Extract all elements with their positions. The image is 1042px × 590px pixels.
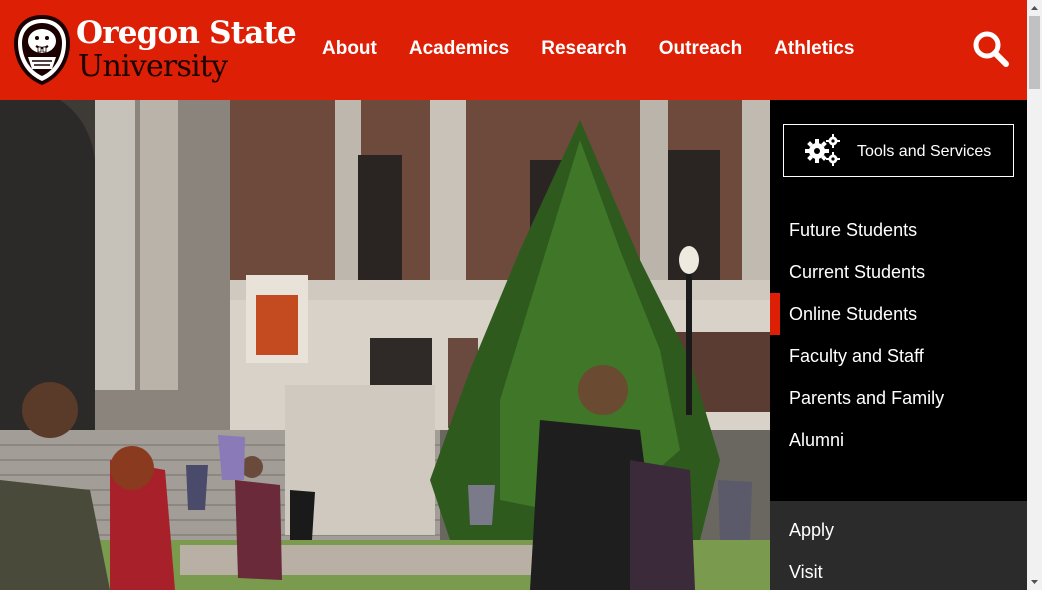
nav-item-research[interactable]: Research: [525, 36, 643, 62]
audience-item-faculty-and-staff[interactable]: Faculty and Staff: [770, 335, 1027, 377]
osu-logo[interactable]: Oregon State University: [10, 10, 297, 92]
audience-item-current-students[interactable]: Current Students: [770, 251, 1027, 293]
tools-and-services-label: Tools and Services: [857, 143, 992, 160]
campus-scene: [0, 100, 770, 590]
search-button[interactable]: [970, 28, 1012, 70]
scroll-up-arrow-icon[interactable]: [1027, 0, 1042, 16]
tools-and-services-button[interactable]: Tools and Services: [783, 124, 1014, 177]
nav-item-athletics[interactable]: Athletics: [758, 36, 870, 62]
logo-text-university: University: [78, 49, 228, 84]
nav-item-about[interactable]: About: [306, 36, 393, 62]
hero-campus-photo: [0, 100, 770, 590]
nav-item-outreach[interactable]: Outreach: [643, 36, 758, 62]
search-icon: [973, 31, 1009, 67]
apply-link[interactable]: Apply: [770, 509, 1027, 551]
site-header: Oregon State University About Academics …: [0, 0, 1027, 100]
gears-icon: [805, 134, 840, 166]
main-nav: About Academics Research Outreach Athlet…: [306, 36, 870, 62]
beaver-seal-icon: [14, 15, 70, 85]
action-links: Apply Visit: [770, 501, 1027, 590]
page-scrollbar[interactable]: [1027, 0, 1042, 590]
scrollbar-thumb[interactable]: [1029, 16, 1040, 89]
visit-link[interactable]: Visit: [770, 551, 1027, 590]
audience-menu: Future Students Current Students Online …: [770, 209, 1027, 461]
audience-item-future-students[interactable]: Future Students: [770, 209, 1027, 251]
audience-item-alumni[interactable]: Alumni: [770, 419, 1027, 461]
nav-item-academics[interactable]: Academics: [393, 36, 525, 62]
audience-item-parents-and-family[interactable]: Parents and Family: [770, 377, 1027, 419]
logo-text-oregon-state: Oregon State: [76, 15, 297, 51]
scroll-down-arrow-icon[interactable]: [1027, 574, 1042, 590]
audience-item-online-students[interactable]: Online Students: [770, 293, 1027, 335]
audience-panel: Tools and Services Future Students Curre…: [770, 100, 1027, 590]
